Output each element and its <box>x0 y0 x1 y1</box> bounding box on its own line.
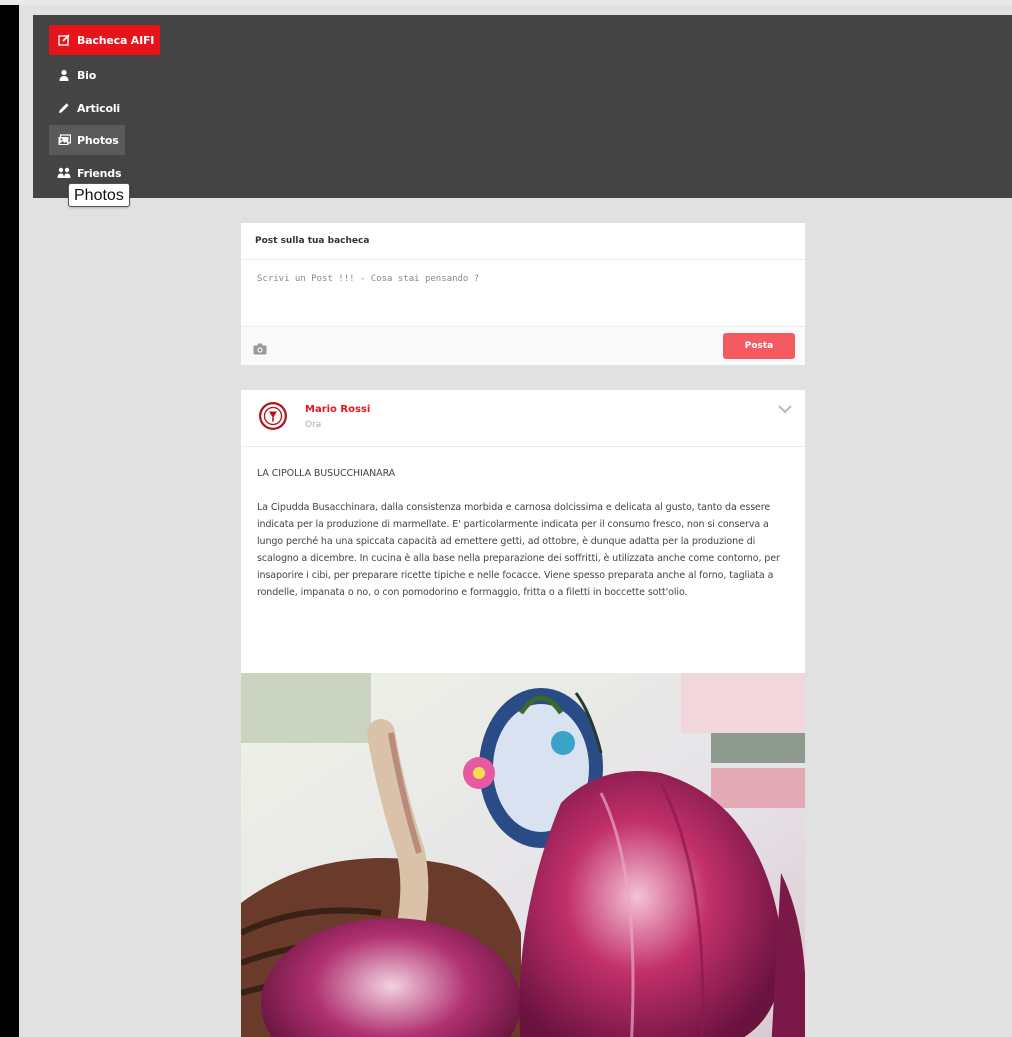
nav-item-label: Bacheca AIFI <box>77 33 155 47</box>
post-time: Ora <box>305 420 322 430</box>
nav-item-label: Photos <box>77 133 119 147</box>
edit-icon <box>57 33 71 47</box>
nav-item-articoli[interactable]: Articoli <box>49 93 126 123</box>
post-input[interactable]: Scrivi un Post !!! - Cosa stai pensando … <box>241 260 805 324</box>
friends-icon <box>57 166 71 180</box>
chevron-down-icon[interactable] <box>777 400 793 414</box>
post-header: Mario Rossi Ora <box>241 390 805 447</box>
avatar[interactable] <box>259 402 287 430</box>
post-photo[interactable] <box>241 673 805 1037</box>
nav-item-label: Friends <box>77 166 122 180</box>
nav-item-label: Articoli <box>77 101 120 115</box>
post-body: LA CIPOLLA BUSUCCHIANARA La Cipudda Busa… <box>241 447 805 601</box>
photos-icon <box>57 133 71 147</box>
post-submit-button[interactable]: Posta <box>723 333 795 359</box>
user-icon <box>57 68 71 82</box>
post-title: LA CIPOLLA BUSUCCHIANARA <box>257 468 396 479</box>
nav-item-label: Bio <box>77 68 97 82</box>
compose-card: Post sulla tua bacheca Scrivi un Post !!… <box>241 223 805 365</box>
photos-tooltip: Photos <box>68 183 130 207</box>
nav-item-bio[interactable]: Bio <box>49 60 102 90</box>
post-author[interactable]: Mario Rossi <box>305 404 370 415</box>
nav-item-photos[interactable]: Photos <box>49 125 125 155</box>
profile-nav-bar: Bacheca AIFI Bio Articoli Photos Friends <box>33 15 1012 198</box>
post-card: Mario Rossi Ora LA CIPOLLA BUSUCCHIANARA… <box>241 390 805 1037</box>
camera-icon[interactable] <box>253 340 267 355</box>
pencil-icon <box>57 101 71 115</box>
compose-toolbar: Posta <box>241 326 805 365</box>
nav-item-bacheca[interactable]: Bacheca AIFI <box>49 25 161 55</box>
browser-viewport: Bacheca AIFI Bio Articoli Photos Friends <box>19 5 1012 1037</box>
post-text: La Cipudda Busacchinara, dalla consisten… <box>257 502 780 598</box>
compose-title: Post sulla tua bacheca <box>241 223 805 260</box>
